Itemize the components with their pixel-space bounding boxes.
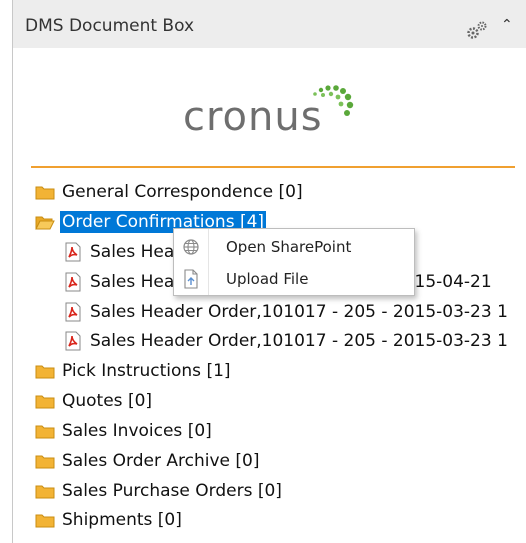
document-label: Sales Header Order,101017 - 205 - 2015-0… [90, 302, 508, 322]
tree-folder-sales-purchase-orders[interactable]: Sales Purchase Orders [0] [35, 478, 284, 504]
context-menu-open-sharepoint[interactable]: Open SharePoint [174, 231, 414, 263]
tree-document-row[interactable]: Sales Header Order,101017 - 205 - 2015-0… [63, 328, 510, 354]
context-menu-label: Open SharePoint [226, 238, 352, 256]
folder-label: Shipments [0] [62, 510, 182, 530]
document-label: Sales Header Order,101017 - 205 - 2015-0… [90, 331, 508, 351]
pdf-file-icon [65, 331, 81, 351]
context-menu-upload-file[interactable]: Upload File [174, 263, 414, 295]
dms-document-box-pane: DMS Document Box ⌃ cronus General Corres… [12, 0, 526, 543]
tree-folder-shipments[interactable]: Shipments [0] [35, 507, 184, 533]
settings-gear-icon[interactable] [465, 20, 489, 40]
folder-label: Quotes [0] [62, 391, 153, 411]
tree-folder-general-correspondence[interactable]: General Correspondence [0] [35, 179, 305, 205]
upload-file-icon [184, 269, 198, 289]
pdf-file-icon [65, 242, 81, 262]
pane-title: DMS Document Box [25, 16, 195, 36]
folder-icon [35, 395, 55, 409]
folder-label: Sales Order Archive [0] [62, 451, 260, 471]
logo-divider [31, 166, 515, 168]
cronus-logo: cronus [183, 82, 373, 142]
folder-icon [35, 425, 55, 439]
tree-folder-sales-order-archive[interactable]: Sales Order Archive [0] [35, 448, 261, 474]
open-folder-icon [35, 216, 55, 230]
tree-folder-quotes[interactable]: Quotes [0] [35, 388, 154, 414]
tree-folder-pick-instructions[interactable]: Pick Instructions [1] [35, 358, 233, 384]
pane-header: DMS Document Box ⌃ [13, 0, 526, 48]
folder-label: Pick Instructions [1] [62, 361, 231, 381]
folder-label: General Correspondence [0] [62, 182, 303, 202]
folder-icon [35, 485, 55, 499]
tree-folder-sales-invoices[interactable]: Sales Invoices [0] [35, 418, 214, 444]
pdf-file-icon [65, 272, 81, 292]
context-menu: Open SharePoint Upload File [173, 228, 415, 296]
folder-icon [35, 365, 55, 379]
globe-icon [183, 239, 199, 255]
folder-icon [35, 186, 55, 200]
folder-label: Sales Invoices [0] [62, 421, 212, 441]
logo-dots-icon [313, 85, 354, 116]
folder-label: Sales Purchase Orders [0] [62, 481, 282, 501]
pdf-file-icon [65, 302, 81, 322]
folder-icon [35, 514, 55, 528]
tree-document-row[interactable]: Sales Header Order,101017 - 205 - 2015-0… [63, 299, 510, 325]
context-menu-label: Upload File [226, 270, 309, 288]
collapse-chevron-icon[interactable]: ⌃ [501, 17, 513, 33]
folder-icon [35, 455, 55, 469]
